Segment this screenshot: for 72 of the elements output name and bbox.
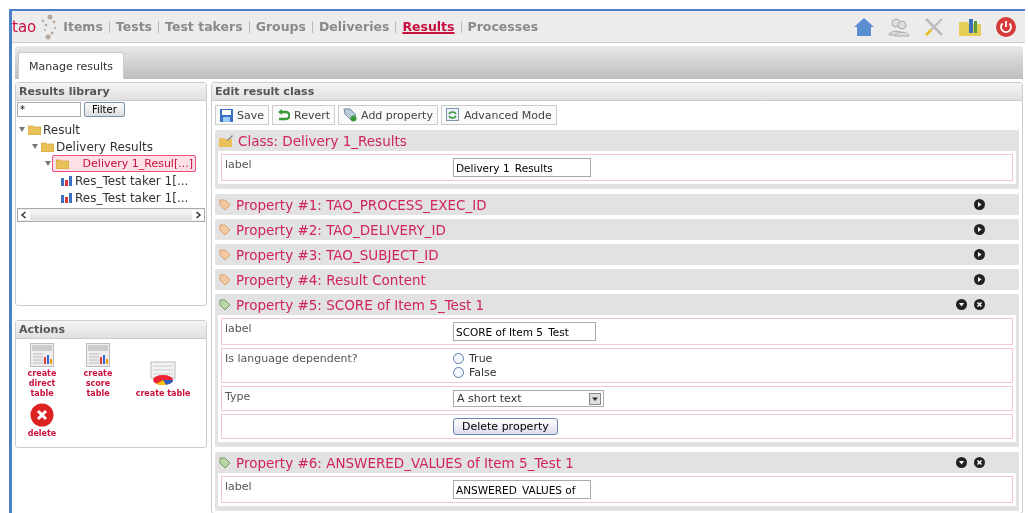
toolbar-button[interactable]: Advanced Mode: [440, 105, 557, 125]
bar-chart-icon: [60, 175, 73, 186]
collapse-icon[interactable]: [956, 299, 967, 310]
tree-item[interactable]: Delivery 1_Resul[...]: [52, 155, 196, 172]
radio-label: True: [469, 352, 493, 365]
filter-field[interactable]: *: [17, 102, 81, 117]
text-field[interactable]: SCORE of Item 5_Test: [453, 322, 596, 341]
tag-icon: [219, 273, 231, 286]
panel-title: Results library: [16, 83, 206, 101]
expand-icon[interactable]: [974, 199, 985, 210]
field-label: Type: [225, 390, 252, 405]
nav-link[interactable]: Results: [402, 19, 455, 34]
folder-icon: [41, 141, 54, 152]
bar-chart-icon: [60, 192, 73, 203]
property-title[interactable]: Property #4: Result Content: [236, 271, 426, 288]
folder-icon[interactable]: [958, 16, 982, 37]
table-chart-icon: [86, 343, 110, 367]
expand-icon[interactable]: [974, 249, 985, 260]
field-label: label: [225, 322, 253, 337]
tab[interactable]: Manage results: [18, 52, 125, 79]
tree-item[interactable]: Result: [26, 121, 83, 138]
section-title: Class: Delivery 1_Results: [238, 132, 407, 149]
tag-add-icon: [343, 108, 358, 122]
radio-button[interactable]: [453, 367, 464, 378]
close-icon[interactable]: [974, 457, 985, 468]
action-button[interactable]: delete: [18, 403, 66, 439]
tag-icon: [219, 198, 231, 211]
home-icon[interactable]: [853, 16, 875, 37]
folder-icon: [28, 124, 41, 135]
tree-item[interactable]: Res_Test taker 1[...: [58, 189, 191, 206]
scroll-right-icon[interactable]: [192, 210, 204, 220]
tag-icon: [219, 248, 231, 261]
table-chart-icon: [30, 343, 54, 367]
property-title[interactable]: Property #6: ANSWERED_VALUES of Item 5_Test 1: [236, 454, 574, 471]
pie-table-icon: [150, 361, 176, 387]
toolbar-button[interactable]: Add property: [338, 105, 438, 125]
field-label: label: [225, 480, 253, 495]
form-refresh-icon: [445, 108, 460, 122]
action-button[interactable]: create direct table: [18, 343, 66, 399]
undo-arrow-icon: [277, 108, 290, 122]
action-button[interactable]: create table: [130, 361, 196, 399]
folder-icon: [56, 158, 69, 169]
type-dropdown[interactable]: A short text: [453, 390, 604, 407]
property-title[interactable]: Property #5: SCORE of Item 5_Test 1: [236, 296, 485, 313]
tag-icon: [219, 456, 231, 469]
radio-button[interactable]: [453, 353, 464, 364]
toolbar-button[interactable]: Revert: [272, 105, 336, 125]
text-field[interactable]: ANSWERED_VALUES of: [453, 480, 591, 499]
field-label: Is language dependent?: [225, 352, 359, 367]
radio-label: False: [469, 366, 497, 379]
tree-item[interactable]: Res_Test taker 1[...: [58, 172, 191, 189]
power-icon[interactable]: [995, 15, 1017, 38]
filter-button[interactable]: Filter: [84, 102, 125, 117]
panel-title: Edit result class: [212, 83, 1022, 101]
delete-icon: [30, 403, 54, 427]
field-label: label: [225, 158, 253, 173]
folder-edit-icon: [219, 134, 233, 147]
collapse-icon[interactable]: [956, 457, 967, 468]
panel-title: Actions: [16, 321, 206, 339]
tree-item[interactable]: Delivery Results: [39, 138, 155, 155]
text-field[interactable]: Delivery 1_Results: [453, 158, 591, 177]
tag-icon: [219, 223, 231, 236]
delete-property-button[interactable]: Delete property: [453, 418, 558, 435]
toolbar-button[interactable]: Save: [215, 105, 269, 125]
expand-icon[interactable]: [974, 224, 985, 235]
close-icon[interactable]: [974, 299, 985, 310]
logo[interactable]: tao: [12, 13, 64, 40]
horizontal-scrollbar[interactable]: [17, 208, 205, 222]
tag-icon: [219, 298, 231, 311]
expand-icon[interactable]: [974, 274, 985, 285]
action-button[interactable]: create score table: [74, 343, 122, 399]
scroll-left-icon[interactable]: [18, 210, 30, 220]
